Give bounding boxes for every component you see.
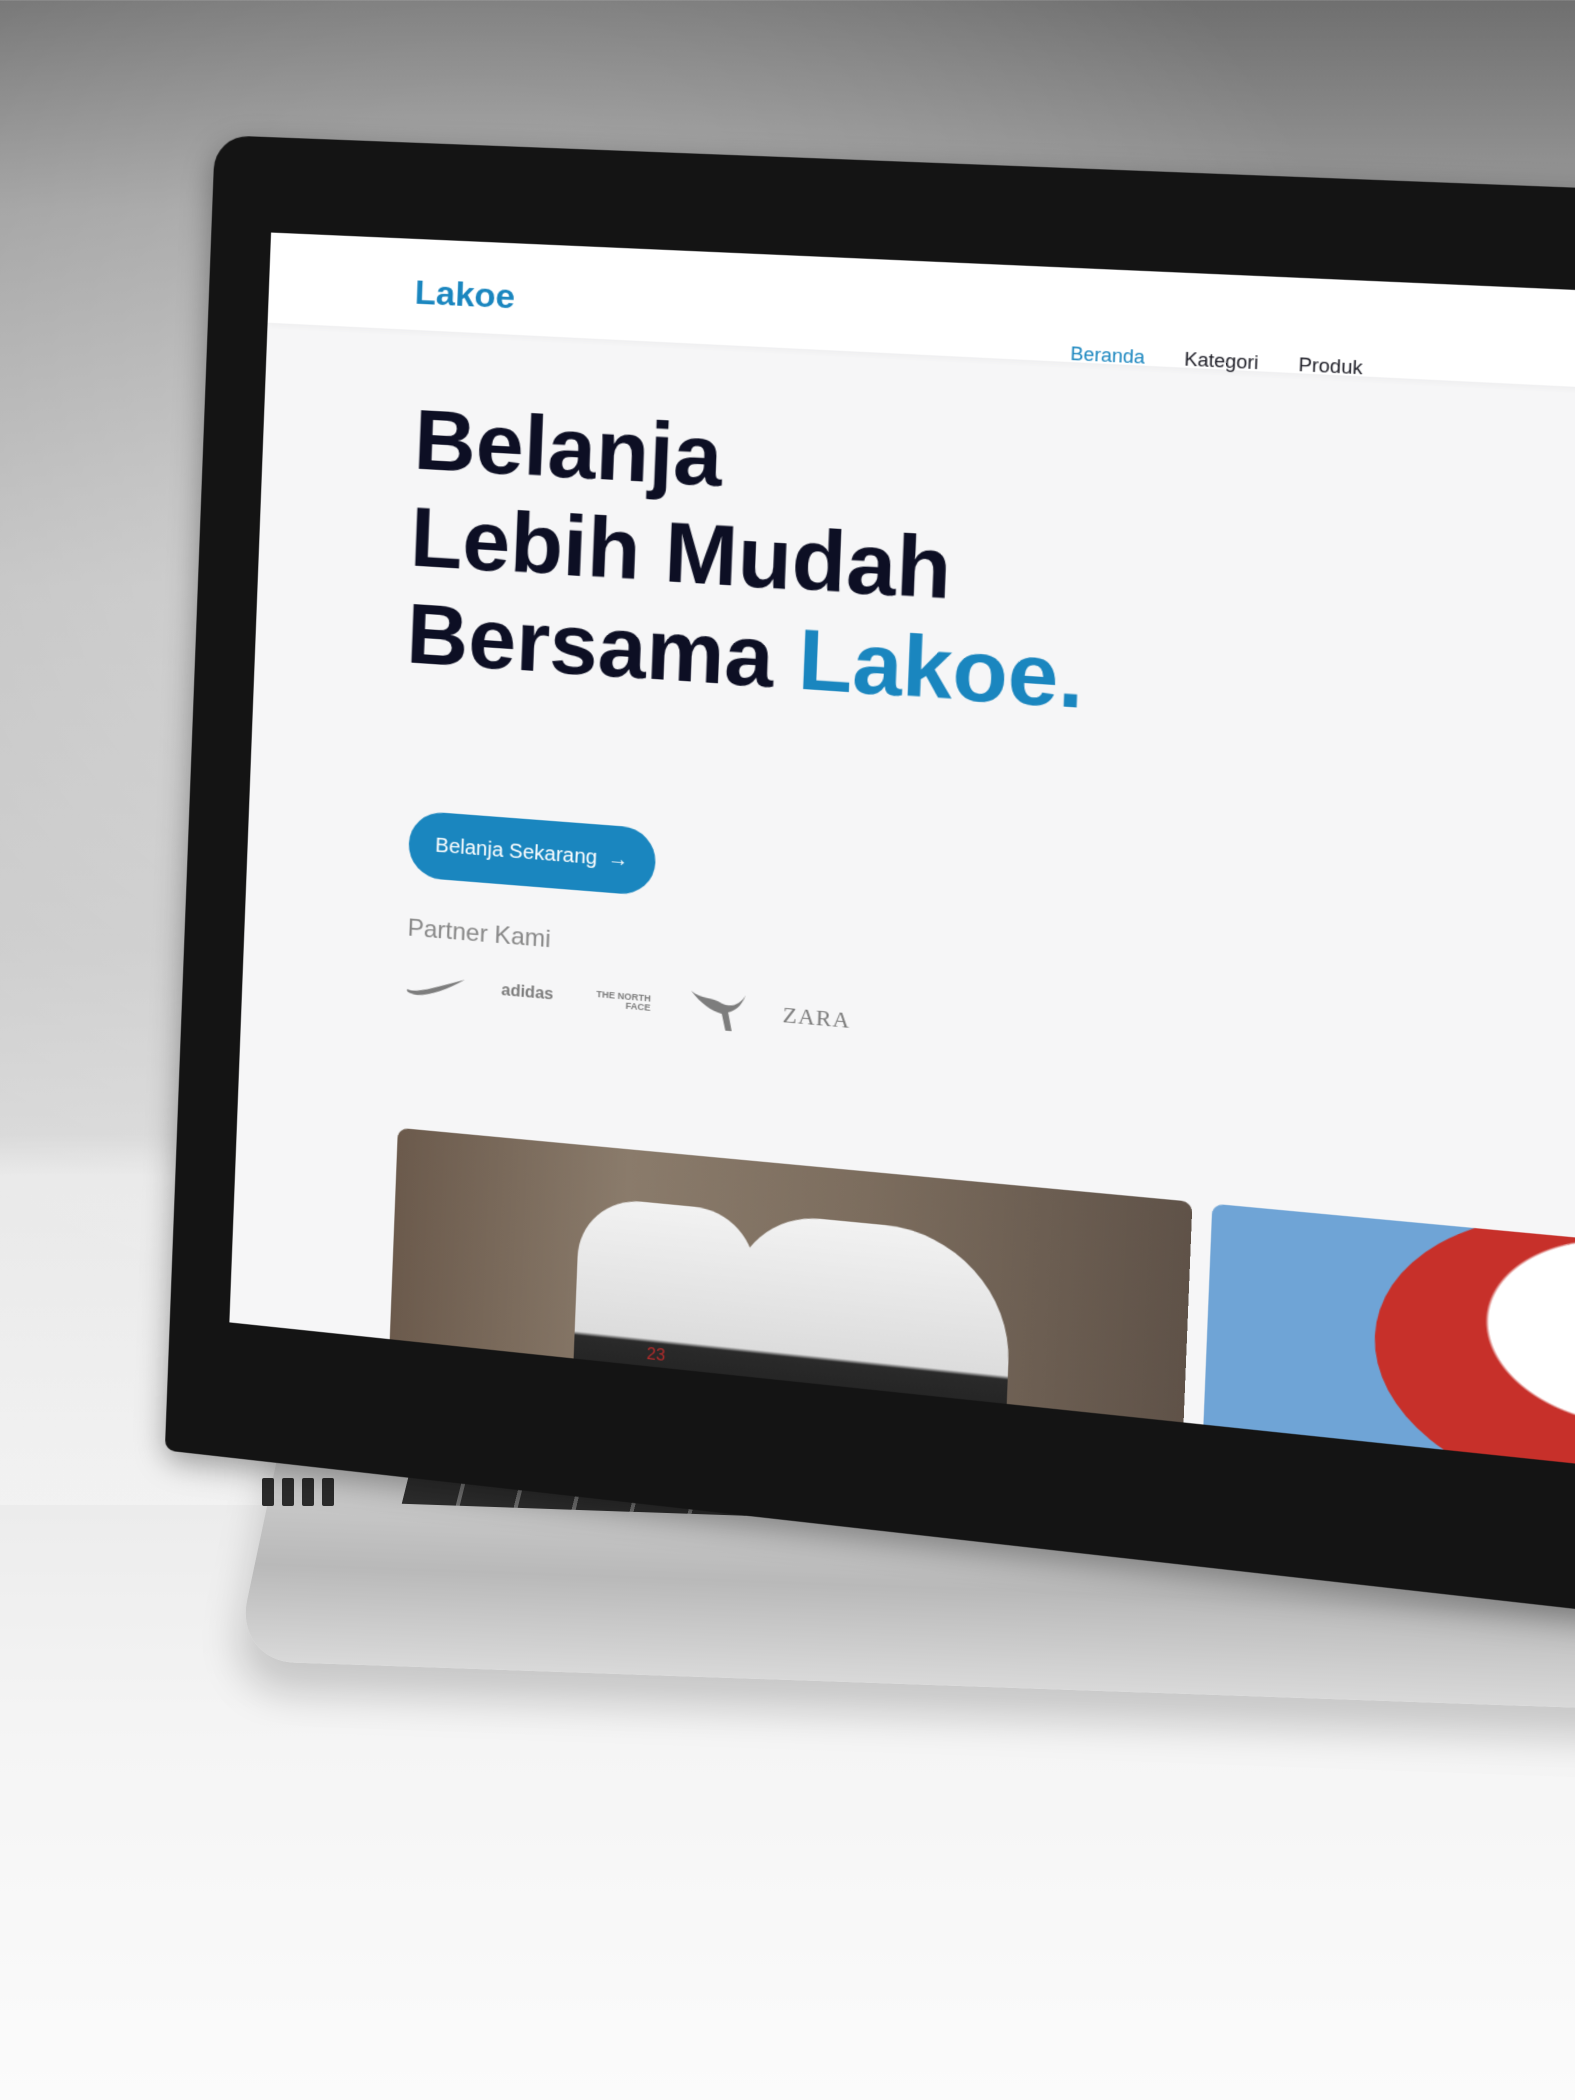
hero-line-3-prefix: Bersama (405, 585, 776, 706)
laptop-lid: Lakoe Beranda Kategori Produk Belanja Le… (164, 135, 1575, 1622)
puma-logo (689, 990, 746, 1033)
arrow-right-icon: → (607, 847, 629, 872)
nav-item-produk[interactable]: Produk (1298, 354, 1363, 379)
site-navbar: Lakoe Beranda Kategori Produk (267, 232, 1575, 396)
nav-item-kategori[interactable]: Kategori (1184, 349, 1259, 375)
nike-logo (406, 974, 465, 999)
sneaker-number: 23 (646, 1345, 666, 1365)
shop-now-button[interactable]: Belanja Sekarang → (407, 810, 657, 897)
laptop-screen: Lakoe Beranda Kategori Produk Belanja Le… (229, 232, 1575, 1479)
zara-logo: ZARA (782, 1001, 851, 1034)
hero-brand-accent: Lakoe. (796, 610, 1087, 727)
sneaker-image-right (728, 1210, 1014, 1433)
sneaker-image-left (572, 1195, 758, 1408)
product-card-shoes[interactable]: 23 (389, 1127, 1193, 1433)
nav-menu: Beranda Kategori Produk (1070, 343, 1363, 379)
laptop-ports (262, 1478, 382, 1518)
the-north-face-logo: THE NORTH FACE (596, 988, 651, 1013)
site-logo[interactable]: Lakoe (414, 273, 516, 317)
shop-now-label: Belanja Sekarang (434, 833, 598, 869)
adidas-logo: adidas (500, 981, 554, 1004)
partners-label: Partner Kami (407, 914, 552, 954)
guitar-image (1369, 1203, 1575, 1479)
partner-logos: adidas THE NORTH FACE ZARA (405, 959, 852, 1046)
hero-headline: Belanja Lebih Mudah Bersama Lakoe. (405, 391, 1094, 728)
nav-item-beranda[interactable]: Beranda (1070, 343, 1145, 369)
product-card-guitar[interactable] (1202, 1203, 1575, 1479)
